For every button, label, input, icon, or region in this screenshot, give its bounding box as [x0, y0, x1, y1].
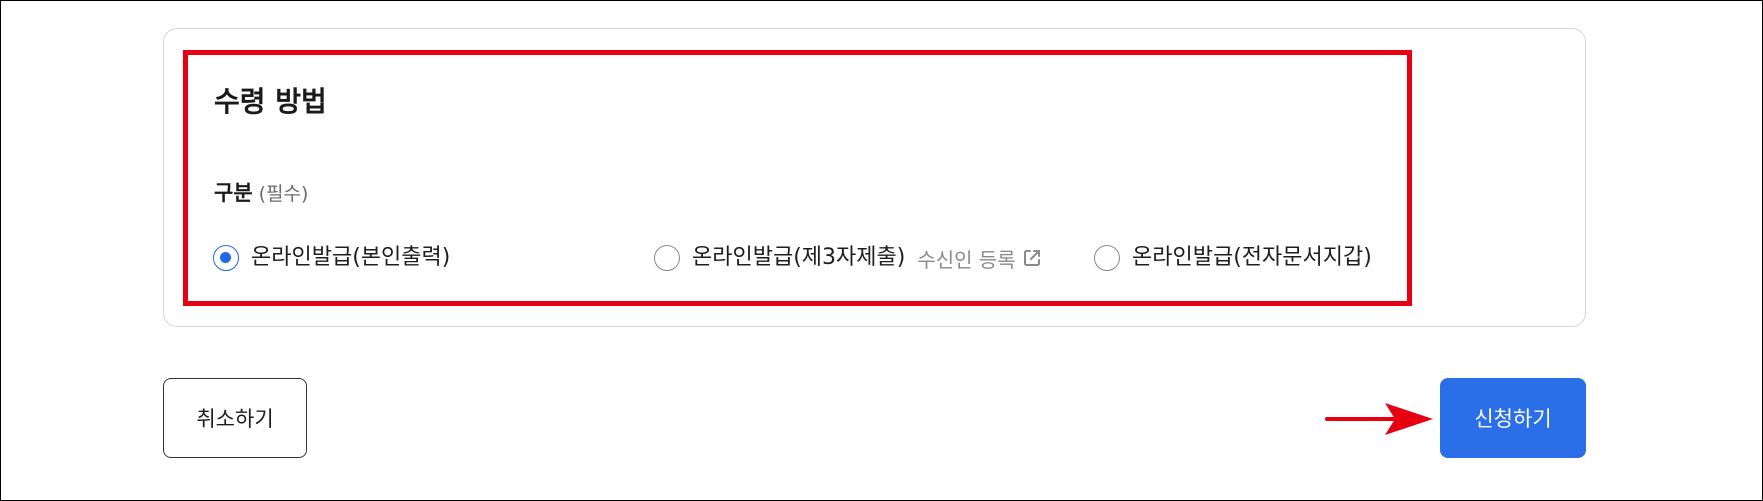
radio-button-self-print[interactable] — [213, 245, 239, 271]
field-label-text: 구분 — [214, 181, 253, 205]
external-link-icon — [1023, 250, 1040, 266]
radio-label-e-wallet: 온라인발급(전자문서지갑) — [1132, 245, 1372, 270]
recipient-register-link[interactable]: 수신인 등록 — [917, 244, 1041, 273]
radio-label-third-party: 온라인발급(제3자제출) — [692, 245, 906, 270]
recipient-register-label: 수신인 등록 — [917, 247, 1016, 272]
required-label: (필수) — [258, 183, 309, 205]
radio-button-third-party[interactable] — [654, 245, 680, 271]
red-arrow-icon — [1325, 403, 1433, 435]
radio-label-self-print: 온라인발급(본인출력) — [251, 245, 451, 270]
radio-option-e-wallet[interactable]: 온라인발급(전자문서지갑) — [1094, 243, 1372, 273]
cancel-button[interactable]: 취소하기 — [163, 378, 307, 458]
section-title: 수령 방법 — [214, 85, 327, 118]
radio-button-e-wallet[interactable] — [1094, 245, 1120, 271]
submit-button[interactable]: 신청하기 — [1440, 378, 1586, 458]
radio-option-self-print[interactable]: 온라인발급(본인출력) — [213, 243, 450, 273]
radio-option-third-party[interactable]: 온라인발급(제3자제출) 수신인 등록 — [654, 243, 1042, 273]
field-label: 구분 (필수) — [214, 179, 308, 208]
